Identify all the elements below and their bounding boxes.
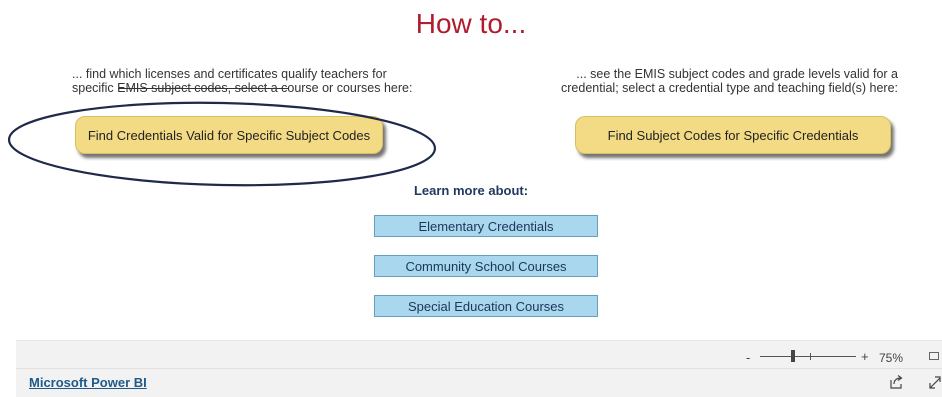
elementary-credentials-button[interactable]: Elementary Credentials [374,215,598,237]
share-icon[interactable] [888,374,904,390]
community-school-courses-button[interactable]: Community School Courses [374,255,598,277]
power-bi-link[interactable]: Microsoft Power BI [29,375,147,390]
zoom-bar [16,340,942,369]
learn-more-heading: Learn more about: [413,183,529,198]
zoom-out-button[interactable]: - [746,350,750,365]
fit-to-page-icon[interactable] [929,352,939,360]
report-footer [16,368,942,397]
zoom-level: 75% [879,351,904,365]
special-education-courses-button[interactable]: Special Education Courses [374,295,598,317]
expand-icon[interactable] [928,374,942,390]
zoom-slider-thumb[interactable] [790,350,795,362]
zoom-slider-default-tick [810,353,811,360]
highlight-ellipse [7,101,437,187]
zoom-in-button[interactable]: + [861,349,869,364]
zoom-slider-track[interactable] [760,356,856,357]
